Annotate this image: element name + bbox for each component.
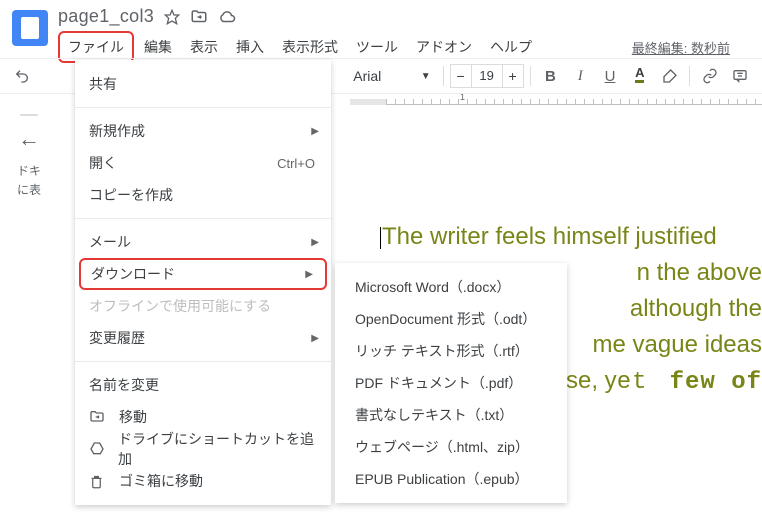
page-line: n the above [637,259,762,286]
file-add-shortcut[interactable]: ドライブにショートカットを追加 [75,433,331,465]
docs-app-icon[interactable] [12,10,48,46]
gutter-text: ドキ に表 [17,162,41,200]
bold-button[interactable]: B [537,62,565,90]
submenu-arrow-icon: ▶ [305,269,313,280]
download-epub[interactable]: EPUB Publication（.epub） [335,463,567,495]
menu-view[interactable]: 表示 [182,33,226,61]
download-rtf[interactable]: リッチ テキスト形式（.rtf） [335,335,567,367]
last-edit-link[interactable]: 最終編集: 数秒前 [632,38,750,57]
download-submenu: Microsoft Word（.docx） OpenDocument 形式（.o… [335,263,567,503]
page-line: few of [670,369,762,396]
submenu-arrow-icon: ▶ [311,126,319,137]
trash-icon [89,474,107,489]
drive-icon [89,441,106,457]
document-title[interactable]: page1_col3 [58,6,154,27]
file-download[interactable]: ダウンロード▶ [79,258,327,290]
file-make-copy[interactable]: コピーを作成 [75,179,331,211]
file-menu-dropdown: 共有 新規作成▶ 開くCtrl+O コピーを作成 メール▶ ダウンロード▶ オフ… [75,60,331,505]
file-rename[interactable]: 名前を変更 [75,369,331,401]
file-offline: オフラインで使用可能にする [75,290,331,322]
chevron-down-icon: ▼ [421,71,431,82]
folder-move-icon [89,409,107,425]
ruler[interactable]: 1 [350,95,762,109]
menu-insert[interactable]: 挿入 [228,33,272,61]
font-name-label: Arial [353,68,381,84]
back-arrow-icon[interactable]: ← [18,126,40,152]
move-folder-icon[interactable] [190,8,208,26]
download-txt[interactable]: 書式なしテキスト（.txt） [335,399,567,431]
comment-button[interactable] [726,62,754,90]
download-docx[interactable]: Microsoft Word（.docx） [335,271,567,303]
font-family-selector[interactable]: Arial ▼ [347,64,436,88]
menu-help[interactable]: ヘルプ [482,33,540,61]
link-button[interactable] [696,62,724,90]
page-line: although the [630,295,762,322]
text-color-button[interactable]: A [626,62,654,90]
file-open[interactable]: 開くCtrl+O [75,147,331,179]
file-new[interactable]: 新規作成▶ [75,115,331,147]
download-html[interactable]: ウェブページ（.html、zip） [335,431,567,463]
underline-button[interactable]: U [596,62,624,90]
download-odt[interactable]: OpenDocument 形式（.odt） [335,303,567,335]
font-size-value[interactable]: 19 [472,64,502,88]
download-pdf[interactable]: PDF ドキュメント（.pdf） [335,367,567,399]
menu-format[interactable]: 表示形式 [274,33,346,61]
submenu-arrow-icon: ▶ [311,237,319,248]
menu-tools[interactable]: ツール [348,33,406,61]
file-version-history[interactable]: 変更履歴▶ [75,322,331,354]
file-share[interactable]: 共有 [75,68,331,100]
outline-handle[interactable] [20,114,38,116]
undo-button[interactable] [8,62,36,90]
menu-addons[interactable]: アドオン [408,33,480,61]
page-line: et [617,369,663,396]
menu-edit[interactable]: 編集 [136,33,180,61]
page-line: The writer feels himself justified [382,223,717,250]
cloud-status-icon[interactable] [218,8,236,26]
font-size-decrease[interactable]: − [450,64,472,88]
font-size-increase[interactable]: + [502,64,524,88]
page-line: se, y [566,367,617,394]
star-icon[interactable] [164,9,180,25]
page-line: me vague ideas [593,331,762,358]
submenu-arrow-icon: ▶ [311,333,319,344]
shortcut-label: Ctrl+O [277,156,315,171]
italic-button[interactable]: I [566,62,594,90]
file-trash[interactable]: ゴミ箱に移動 [75,465,331,497]
file-email[interactable]: メール▶ [75,226,331,258]
highlight-button[interactable] [656,62,684,90]
